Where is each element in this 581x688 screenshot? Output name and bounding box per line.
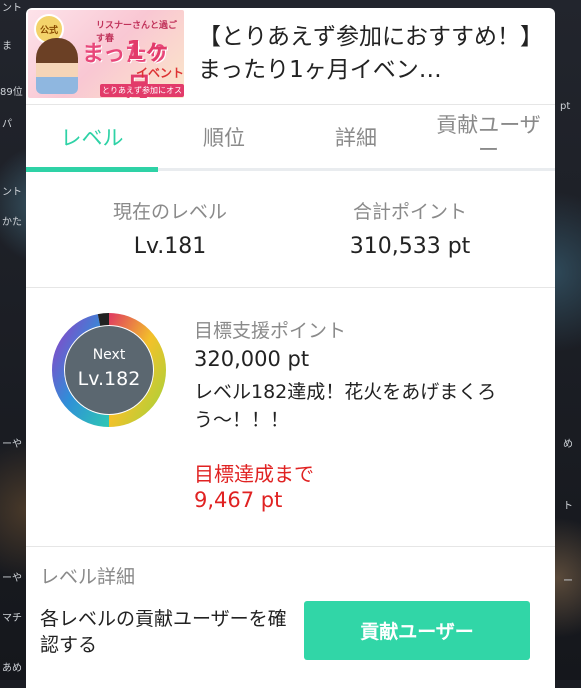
- bg-fragment: pt: [560, 101, 571, 112]
- level-detail-title: レベル詳細: [40, 566, 136, 588]
- tab-ranking[interactable]: 順位: [158, 105, 290, 171]
- event-thumbnail[interactable]: 公式 リスナーさんと過ごす春 まったり 1ヶ月 イベント とりあえず参加にオスス…: [28, 10, 184, 98]
- total-points-label: 合計ポイント: [352, 201, 467, 223]
- level-progress-ring: Next Lv.182: [51, 312, 167, 428]
- bg-fragment: パ: [2, 119, 12, 130]
- bg-fragment: あめ: [2, 663, 22, 674]
- tab-details[interactable]: 詳細: [290, 105, 422, 171]
- current-level: 現在のレベル Lv.181: [70, 200, 270, 262]
- bg-fragment: ー: [563, 576, 573, 587]
- thumbnail-band: とりあえず参加にオススメ: [100, 84, 184, 97]
- bg-fragment: かた: [2, 217, 22, 228]
- level-detail-description: 各レベルの貢献ユーザーを確認する: [40, 608, 287, 656]
- bg-fragment: ト: [563, 501, 573, 512]
- character-illustration: [36, 38, 78, 94]
- total-points: 合計ポイント 310,533 pt: [310, 200, 510, 262]
- contributors-button[interactable]: 貢献ユーザー: [304, 601, 530, 660]
- tab-level[interactable]: レベル: [26, 105, 158, 171]
- tab-contributors[interactable]: 貢献ユーザー: [422, 105, 555, 171]
- target-points-value: 320,000 pt: [194, 347, 310, 371]
- remaining-value: 9,467 pt: [194, 488, 283, 512]
- ring-next-label: Next: [92, 347, 126, 363]
- remaining-label: 目標達成まで: [194, 462, 314, 486]
- event-title[interactable]: 【とりあえず参加におすすめ！】まったり1ヶ月イベン…: [198, 21, 548, 87]
- ring-next-level: Lv.182: [77, 368, 141, 390]
- bg-fragment: ま: [2, 41, 12, 52]
- level-stats: 現在のレベル Lv.181 合計ポイント 310,533 pt: [26, 172, 555, 288]
- target-points-label: 目標支援ポイント: [194, 320, 347, 342]
- target-section: Next Lv.182 目標支援ポイント 320,000 pt レベル182達成…: [26, 288, 555, 547]
- bg-fragment: ント: [2, 187, 22, 198]
- bg-fragment: ーや: [2, 439, 22, 450]
- event-header: 公式 リスナーさんと過ごす春 まったり 1ヶ月 イベント とりあえず参加にオスス…: [26, 8, 555, 104]
- total-points-value: 310,533 pt: [349, 234, 471, 259]
- current-level-label: 現在のレベル: [112, 201, 227, 223]
- bg-fragment: め: [563, 439, 573, 450]
- bg-fragment: ーや: [2, 573, 22, 584]
- current-level-value: Lv.181: [133, 234, 207, 259]
- bg-fragment: ント: [2, 3, 22, 14]
- tab-underline: [158, 168, 555, 171]
- event-level-modal: 公式 リスナーさんと過ごす春 まったり 1ヶ月 イベント とりあえず参加にオスス…: [26, 8, 555, 688]
- target-message: レベル182達成！花火をあげまくろう〜！！！: [194, 381, 497, 431]
- thumbnail-text-event: イベント: [136, 66, 184, 80]
- bg-fragment: 89位: [0, 87, 23, 98]
- tab-bar: レベル 順位 詳細 貢献ユーザー: [26, 104, 555, 171]
- bg-fragment: マチ: [2, 613, 22, 624]
